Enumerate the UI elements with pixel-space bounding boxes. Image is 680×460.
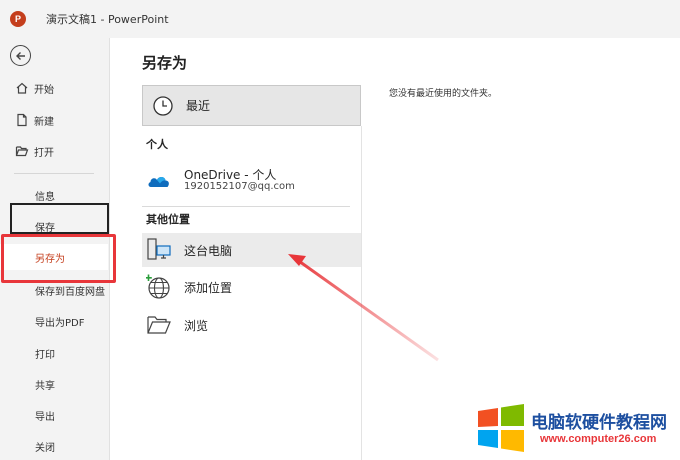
nav-home[interactable]: 开始	[0, 75, 108, 101]
nav-label: 打开	[34, 147, 54, 159]
section-header-personal: 个人	[146, 138, 168, 151]
nav-label: 导出为PDF	[35, 317, 85, 329]
folder-browse-icon	[147, 316, 171, 334]
browse-label: 浏览	[184, 319, 209, 333]
recent-label: 最近	[186, 99, 211, 113]
nav-open[interactable]: 打开	[0, 138, 108, 164]
add-place-label: 添加位置	[184, 281, 233, 295]
nav-label: 打印	[35, 349, 55, 361]
recent-button[interactable]: 最近	[142, 85, 361, 126]
column-divider	[361, 126, 362, 460]
nav-label: 开始	[34, 84, 54, 96]
nav-print[interactable]: 打印	[0, 340, 108, 366]
back-button[interactable]	[10, 45, 31, 66]
nav-label: 关闭	[35, 442, 55, 454]
folder-open-icon	[15, 146, 29, 157]
new-document-icon	[17, 113, 27, 127]
onedrive-account: 1920152107@qq.com	[184, 181, 295, 192]
home-icon	[16, 82, 28, 94]
this-pc-icon	[147, 238, 171, 260]
location-add-place[interactable]: 添加位置	[142, 270, 361, 304]
nav-label: 导出	[35, 411, 55, 423]
page-title: 另存为	[142, 54, 188, 72]
section-divider	[142, 206, 350, 207]
onedrive-cloud-icon	[148, 177, 169, 187]
arrow-left-icon	[15, 51, 25, 60]
add-place-globe-icon	[146, 274, 170, 299]
section-header-other: 其他位置	[146, 213, 190, 226]
annotation-highlight-box	[1, 234, 116, 283]
location-browse[interactable]: 浏览	[142, 308, 361, 342]
windows-logo-icon	[478, 404, 524, 452]
nav-new[interactable]: 新建	[0, 107, 108, 133]
nav-label: 信息	[35, 191, 55, 203]
powerpoint-logo-icon: P	[10, 11, 26, 27]
window-title: 演示文稿1 - PowerPoint	[46, 13, 169, 26]
clock-icon	[153, 96, 173, 116]
selection-outline	[10, 203, 109, 234]
location-this-pc[interactable]: 这台电脑	[142, 233, 361, 267]
nav-label: 共享	[35, 380, 55, 392]
this-pc-label: 这台电脑	[184, 244, 233, 258]
no-recent-folders-message: 您没有最近使用的文件夹。	[389, 89, 498, 99]
nav-label: 新建	[34, 116, 54, 128]
location-onedrive[interactable]: OneDrive - 个人 1920152107@qq.com	[142, 165, 361, 199]
nav-export[interactable]: 导出	[0, 402, 108, 428]
nav-export-pdf[interactable]: 导出为PDF	[0, 308, 108, 334]
watermark-title: 电脑软硬件教程网	[531, 413, 667, 433]
nav-divider	[14, 173, 94, 174]
nav-share[interactable]: 共享	[0, 371, 108, 397]
nav-close[interactable]: 关闭	[0, 433, 108, 459]
title-bar: P 演示文稿1 - PowerPoint	[0, 0, 680, 38]
watermark-url: www.computer26.com	[540, 433, 657, 445]
nav-label: 保存到百度网盘	[35, 286, 105, 298]
